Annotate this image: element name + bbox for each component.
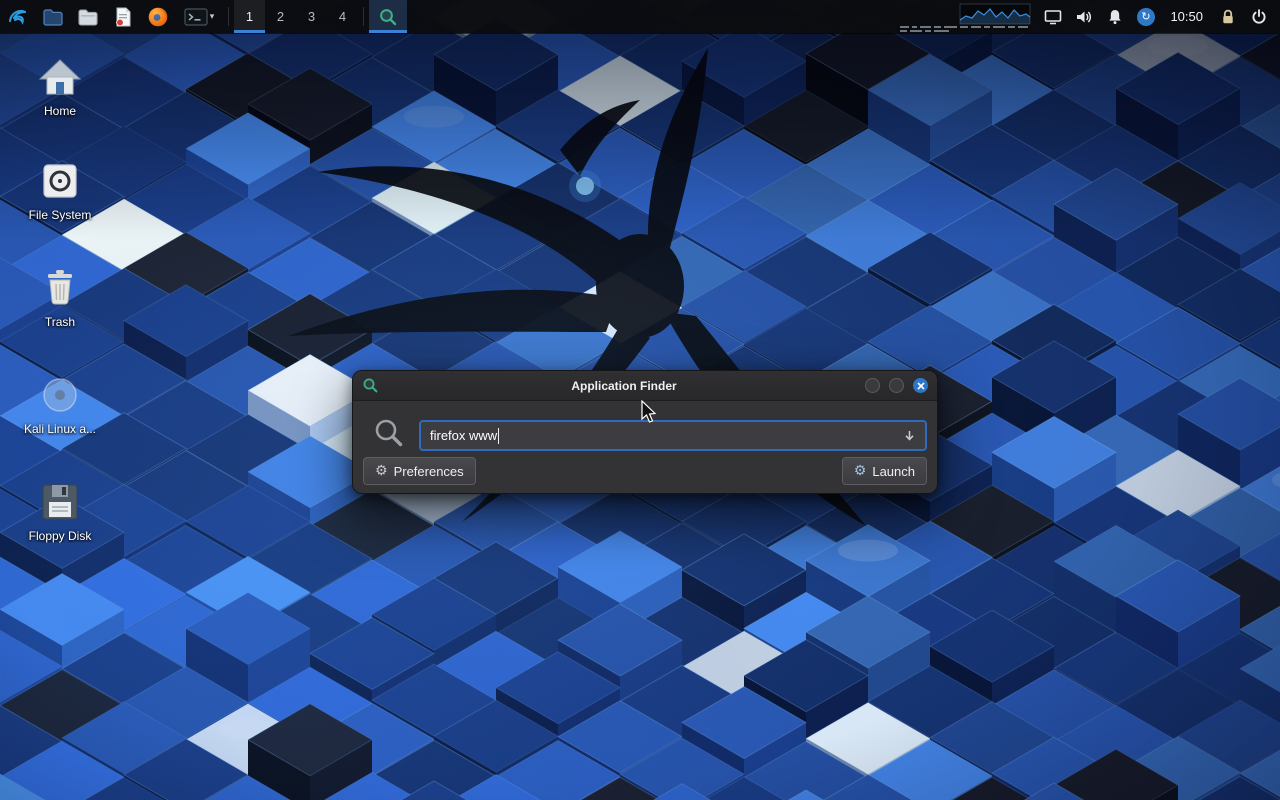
terminal-icon — [184, 7, 208, 27]
desktop-icon-label: Floppy Disk — [12, 529, 108, 543]
search-input-value: firefox www — [430, 428, 497, 443]
power-button[interactable] — [1243, 0, 1274, 33]
desktop-icon-file-system[interactable]: File System — [12, 157, 108, 222]
clock[interactable]: 10:50 — [1170, 9, 1203, 24]
launch-button-label: Launch — [872, 464, 915, 479]
maximize-button[interactable] — [889, 378, 904, 393]
text-editor-launcher[interactable] — [105, 0, 140, 33]
workspace-button-1[interactable]: 1 — [234, 0, 265, 33]
mouse-cursor — [640, 400, 660, 424]
firefox-launcher[interactable] — [140, 0, 175, 33]
display-settings-button[interactable] — [1037, 0, 1068, 33]
workspace-button-2[interactable]: 2 — [265, 0, 296, 33]
lock-icon — [1218, 7, 1238, 27]
application-finder-task-icon — [378, 7, 398, 27]
close-button[interactable] — [913, 378, 928, 393]
desktop-root: ▾ 1 2 3 4 — [0, 0, 1280, 800]
trash-icon — [36, 264, 84, 312]
updates-button[interactable]: ↻ — [1130, 0, 1161, 33]
application-finder-app-icon[interactable] — [362, 377, 379, 394]
entry-dropdown-arrow[interactable] — [903, 429, 916, 442]
kali-menu-icon — [6, 5, 30, 29]
system-monitor-graph — [898, 2, 1033, 32]
updates-refresh-icon: ↻ — [1137, 8, 1155, 26]
file-manager-launcher[interactable] — [35, 0, 70, 33]
desktop-icon-trash[interactable]: Trash — [12, 264, 108, 329]
display-icon — [1043, 7, 1063, 27]
volume-button[interactable] — [1068, 0, 1099, 33]
home-icon — [36, 53, 84, 101]
firefox-icon — [147, 6, 169, 28]
window-title: Application Finder — [403, 379, 845, 393]
documents-launcher[interactable] — [70, 0, 105, 33]
workspace-button-4[interactable]: 4 — [327, 0, 358, 33]
documents-folder-icon — [77, 6, 99, 28]
desktop-icon-label: Home — [12, 104, 108, 118]
panel-separator — [228, 7, 229, 26]
workspace-switcher: 1 2 3 4 — [234, 0, 358, 33]
panel-separator — [363, 7, 364, 26]
terminal-launcher[interactable]: ▾ — [175, 0, 223, 33]
keyring-button[interactable] — [1212, 0, 1243, 33]
search-input[interactable]: firefox www — [419, 420, 927, 451]
desktop-icon-home[interactable]: Home — [12, 53, 108, 118]
applications-menu-button[interactable] — [0, 0, 35, 33]
desktop-icon-label: Kali Linux a... — [12, 422, 108, 436]
panel-right: ↻ 10:50 — [898, 0, 1280, 33]
top-panel: ▾ 1 2 3 4 — [0, 0, 1280, 33]
desktop-icon-label: Trash — [12, 315, 108, 329]
system-monitor — [898, 2, 1033, 32]
desktop-icon-floppy-disk[interactable]: Floppy Disk — [12, 478, 108, 543]
text-caret — [498, 428, 499, 444]
launch-button[interactable]: ⚙ Launch — [842, 457, 927, 485]
desktop-icon-kali-linux[interactable]: Kali Linux a... — [12, 371, 108, 436]
application-finder-window: Application Finder firefox www — [352, 370, 938, 494]
preferences-button-label: Preferences — [394, 464, 464, 479]
window-buttons — [865, 378, 928, 393]
volume-icon — [1074, 7, 1094, 27]
close-icon — [917, 382, 925, 390]
bell-icon — [1105, 7, 1125, 27]
workspace-button-3[interactable]: 3 — [296, 0, 327, 33]
power-icon — [1249, 7, 1269, 27]
taskbar-item-application-finder[interactable] — [369, 0, 407, 33]
panel-left: ▾ 1 2 3 4 — [0, 0, 407, 33]
gear-icon: ⚙ — [375, 464, 388, 478]
floppy-disk-icon — [36, 478, 84, 526]
titlebar[interactable]: Application Finder — [353, 371, 937, 401]
notifications-button[interactable] — [1099, 0, 1130, 33]
file-manager-icon — [42, 6, 64, 28]
preferences-button[interactable]: ⚙ Preferences — [363, 457, 476, 485]
minimize-button[interactable] — [865, 378, 880, 393]
file-system-icon — [36, 157, 84, 205]
launch-icon: ⚙ — [854, 464, 867, 478]
text-editor-icon — [112, 6, 134, 28]
terminal-dropdown-chevron-icon: ▾ — [210, 12, 215, 21]
disc-icon — [36, 371, 84, 419]
search-icon — [373, 417, 405, 449]
desktop-icon-label: File System — [12, 208, 108, 222]
arrow-down-icon — [903, 429, 916, 442]
